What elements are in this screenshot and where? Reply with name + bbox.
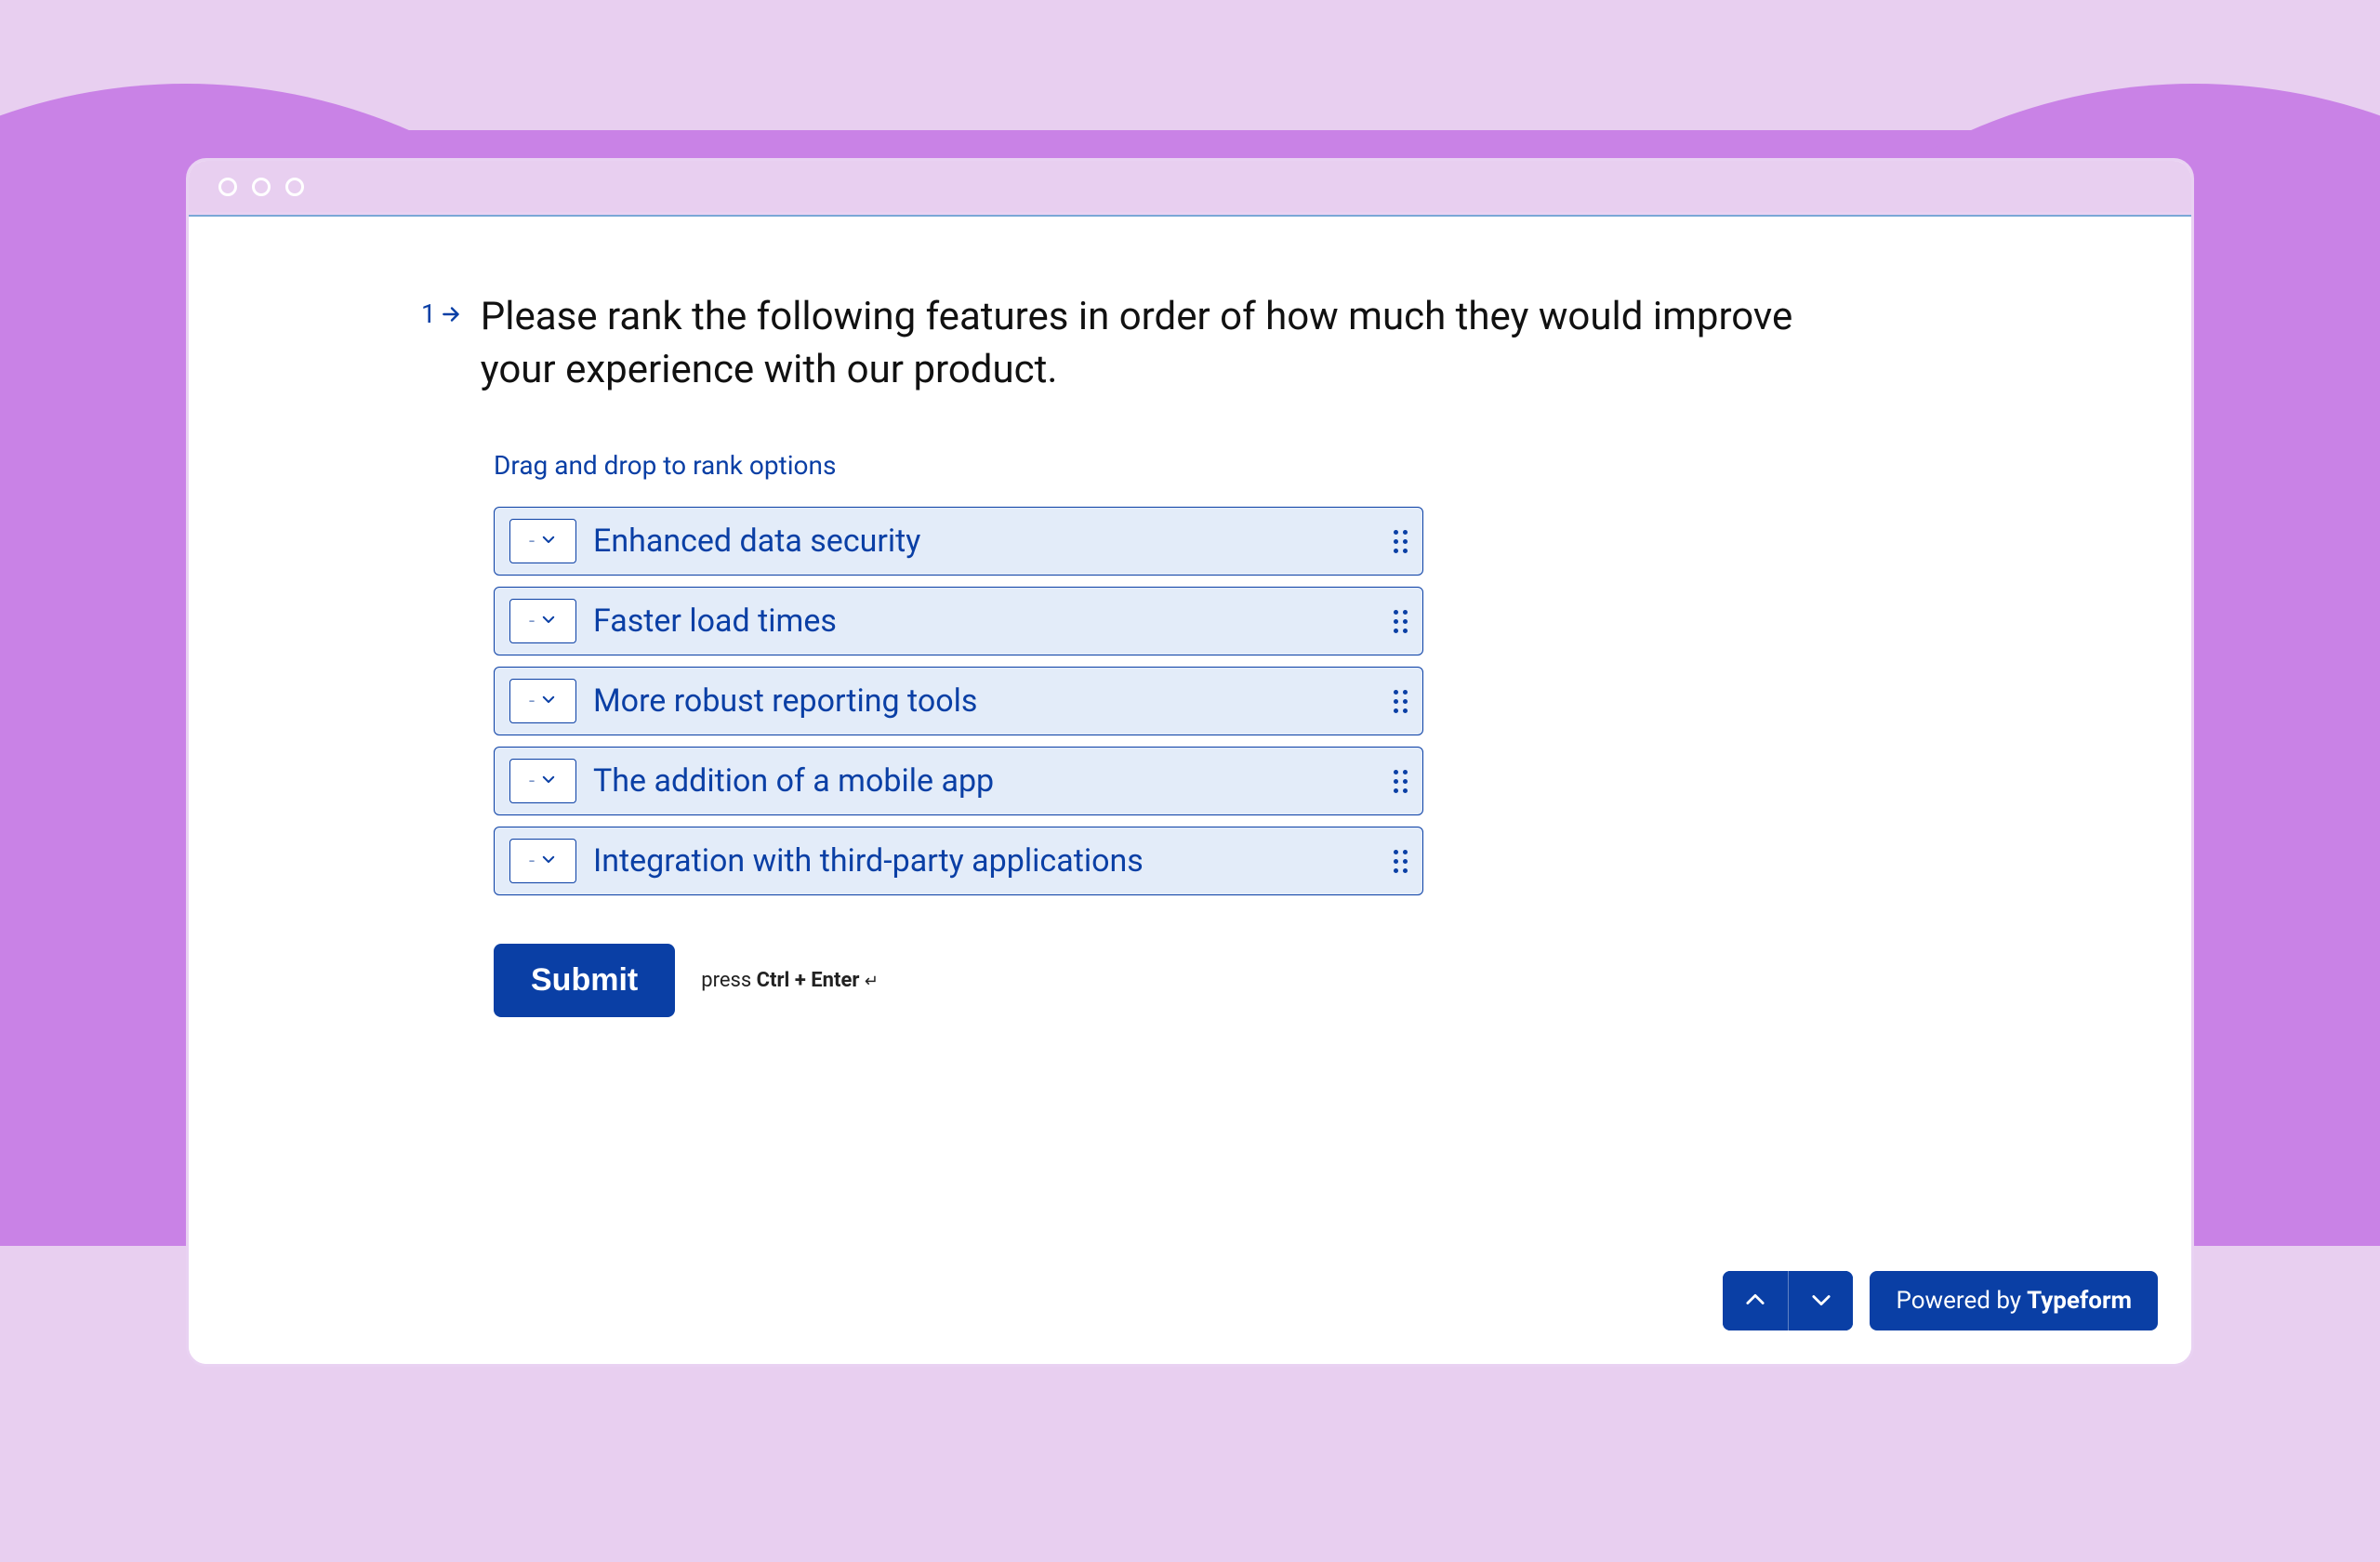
question-block: 1 Please rank the following features in … [421, 291, 1853, 1017]
submit-row: Submit press Ctrl + Enter ↵ [494, 944, 1853, 1017]
nav-button-group [1723, 1271, 1853, 1330]
window-control-close-icon[interactable] [218, 178, 237, 196]
rank-select[interactable]: - [509, 759, 576, 803]
form-footer: Powered by Typeform [1723, 1271, 2158, 1330]
ranking-option-label: Enhanced data security [593, 523, 1377, 560]
question-text: Please rank the following features in or… [481, 291, 1853, 396]
form-viewport: 1 Please rank the following features in … [189, 215, 2191, 1364]
ranking-option[interactable]: - More robust reporting tools [494, 667, 1423, 735]
powered-by-brand: Typeform [2027, 1287, 2132, 1315]
ranking-option[interactable]: - Faster load times [494, 587, 1423, 655]
ranking-option[interactable]: - Enhanced data security [494, 507, 1423, 576]
rank-value: - [529, 690, 535, 713]
rank-select[interactable]: - [509, 679, 576, 723]
window-control-zoom-icon[interactable] [285, 178, 304, 196]
drag-handle-icon[interactable] [1394, 770, 1408, 793]
chevron-down-icon [540, 770, 557, 793]
prev-question-button[interactable] [1723, 1271, 1788, 1330]
rank-select[interactable]: - [509, 519, 576, 563]
question-number-value: 1 [421, 298, 436, 329]
window-titlebar [189, 161, 2191, 215]
chevron-up-icon [1742, 1287, 1768, 1316]
next-question-button[interactable] [1788, 1271, 1853, 1330]
submit-hint: press Ctrl + Enter ↵ [701, 969, 879, 992]
window-control-minimize-icon[interactable] [252, 178, 271, 196]
chevron-down-icon [540, 690, 557, 713]
ranking-option-label: The addition of a mobile app [593, 762, 1377, 800]
rank-value: - [529, 770, 535, 793]
arrow-right-icon [440, 302, 464, 326]
rank-select[interactable]: - [509, 839, 576, 883]
chevron-down-icon [540, 610, 557, 633]
ranking-options: - Enhanced data security - Faster load time… [494, 507, 1853, 895]
drag-handle-icon[interactable] [1394, 690, 1408, 713]
drag-handle-icon[interactable] [1394, 610, 1408, 633]
drag-handle-icon[interactable] [1394, 850, 1408, 873]
ranking-option[interactable]: - Integration with third-party applicatio… [494, 827, 1423, 895]
rank-value: - [529, 530, 535, 553]
powered-by-link[interactable]: Powered by Typeform [1870, 1271, 2158, 1330]
powered-by-prefix: Powered by [1896, 1287, 2021, 1315]
submit-button[interactable]: Submit [494, 944, 675, 1017]
chevron-down-icon [540, 530, 557, 553]
ranking-option-label: Integration with third-party application… [593, 842, 1377, 880]
drag-handle-icon[interactable] [1394, 530, 1408, 553]
rank-value: - [529, 850, 535, 873]
browser-window: 1 Please rank the following features in … [186, 158, 2194, 1367]
enter-key-icon: ↵ [865, 972, 879, 991]
ranking-option[interactable]: - The addition of a mobile app [494, 747, 1423, 815]
rank-select[interactable]: - [509, 599, 576, 643]
submit-hint-prefix: press [701, 969, 756, 992]
rank-value: - [529, 610, 535, 633]
question-number: 1 [421, 298, 464, 329]
ranking-option-label: Faster load times [593, 602, 1377, 640]
chevron-down-icon [1808, 1287, 1834, 1316]
submit-hint-keys: Ctrl + Enter [757, 969, 860, 992]
ranking-instruction: Drag and drop to rank options [494, 450, 1853, 481]
chevron-down-icon [540, 850, 557, 873]
ranking-option-label: More robust reporting tools [593, 682, 1377, 720]
